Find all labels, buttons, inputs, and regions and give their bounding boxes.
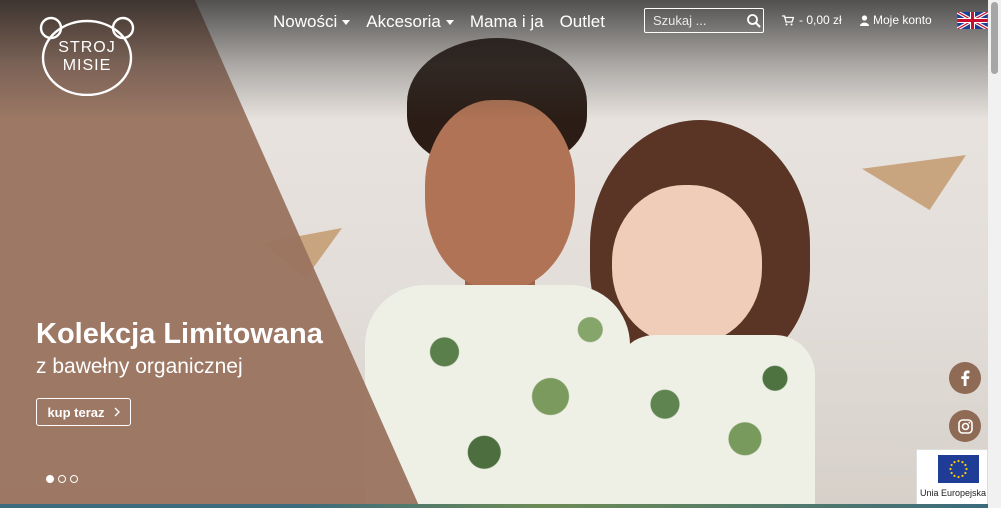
next-section-edge (0, 504, 988, 508)
cart-link[interactable]: - 0,00 zł (782, 13, 842, 27)
shop-now-label: kup teraz (47, 404, 105, 420)
nav-item-label: Akcesoria (366, 12, 441, 31)
nav-item-nowosci[interactable]: Nowości (273, 10, 351, 34)
search-icon[interactable] (745, 12, 763, 30)
slider-dot[interactable] (58, 475, 66, 483)
nav-item-label: Nowości (273, 12, 338, 31)
hero-subtitle: z bawełny organicznej (36, 355, 243, 378)
nav-item-outlet[interactable]: Outlet (560, 10, 605, 34)
user-icon (860, 14, 869, 26)
search-input[interactable] (645, 13, 743, 28)
logo[interactable]: STROJ MISIE (39, 14, 135, 97)
logo-line1: STROJ (58, 39, 115, 56)
account-link[interactable]: Moje konto (860, 13, 932, 27)
facebook-icon (961, 370, 970, 386)
slider-dot[interactable] (70, 475, 78, 483)
slider-dot[interactable] (46, 475, 54, 483)
cart-total: - 0,00 zł (799, 13, 842, 27)
cart-icon (782, 14, 794, 25)
logo-line2: MISIE (63, 57, 112, 74)
scrollbar-track[interactable] (988, 0, 1001, 508)
eu-label: Unia Europejska (920, 488, 987, 498)
caret-down-icon (342, 19, 351, 25)
hero-photo-boy-face (425, 100, 575, 290)
main-nav: Nowości Akcesoria Mama i ja Outlet (273, 10, 621, 34)
account-label: Moje konto (873, 13, 932, 27)
chevron-right-icon (114, 407, 120, 417)
facebook-button[interactable] (949, 362, 981, 394)
uk-flag-icon[interactable] (957, 12, 988, 29)
search-box (644, 8, 764, 33)
eu-flag-icon (938, 455, 979, 483)
hero-title: Kolekcja Limitowana (36, 318, 323, 350)
shop-now-button[interactable]: kup teraz (36, 398, 131, 426)
eu-badge[interactable]: Unia Europejska (916, 449, 988, 505)
hero-photo-girl-dress (615, 335, 815, 508)
hero-banner: Kolekcja Limitowana z bawełny organiczne… (0, 0, 988, 508)
nav-item-label: Outlet (559, 12, 605, 31)
slider-dots (46, 475, 78, 483)
paper-plane-decoration (862, 155, 966, 210)
instagram-button[interactable] (949, 410, 981, 442)
nav-item-mama-i-ja[interactable]: Mama i ja (470, 10, 544, 34)
caret-down-icon (445, 19, 454, 25)
nav-item-label: Mama i ja (469, 12, 544, 31)
hero-photo-girl-face (612, 185, 762, 345)
nav-item-akcesoria[interactable]: Akcesoria (366, 10, 454, 34)
instagram-icon (957, 418, 973, 434)
bear-logo-icon: STROJ MISIE (39, 16, 135, 97)
scrollbar-thumb[interactable] (991, 2, 998, 74)
